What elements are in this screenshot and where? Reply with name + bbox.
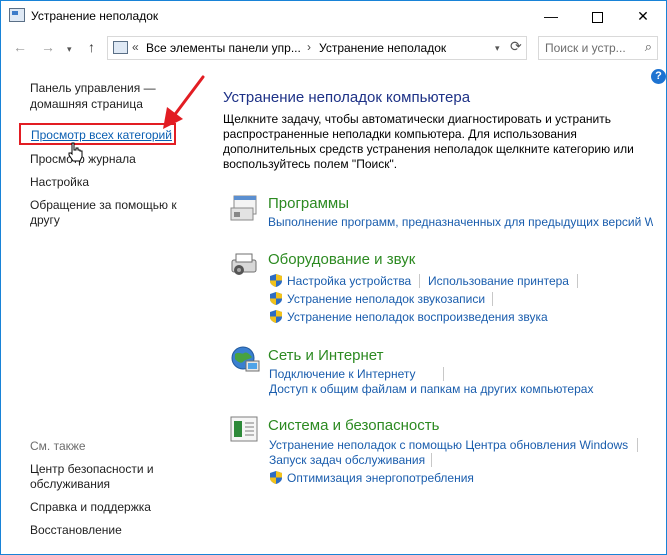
hardware-link-printer[interactable]: Использование принтера [428, 274, 569, 288]
maximize-icon [591, 11, 603, 23]
hardware-sound-icon [231, 253, 257, 275]
uac-shield-icon [270, 471, 282, 484]
breadcrumb-separator[interactable]: › [307, 40, 311, 54]
system-link-maintenance[interactable]: Запуск задач обслуживания [269, 453, 425, 467]
window-title: Устранение неполадок [31, 9, 159, 23]
category-system-title[interactable]: Система и безопасность [268, 417, 439, 434]
sidebar-settings[interactable]: Настройка [30, 175, 89, 189]
programs-icon [230, 195, 257, 221]
hardware-link-device-setup[interactable]: Настройка устройства [287, 274, 411, 288]
network-link-shared-folders[interactable]: Доступ к общим файлам и папкам на других… [269, 382, 593, 396]
link-divider [419, 274, 420, 288]
forward-button[interactable]: → [41, 39, 55, 55]
system-link-windows-update[interactable]: Устранение неполадок с помощью Центра об… [269, 438, 628, 452]
search-icon[interactable]: ⌕ [645, 39, 652, 55]
link-divider [443, 367, 444, 381]
sidebar-recovery[interactable]: Восстановление [30, 523, 122, 537]
sidebar-security-center-line1[interactable]: Центр безопасности и [30, 462, 154, 476]
red-arrow-icon [163, 75, 205, 129]
help-icon[interactable]: ? [651, 69, 666, 84]
see-also-label: См. также [30, 439, 86, 453]
search-box[interactable]: Поиск и устр... ⌕ [538, 36, 658, 60]
page-description: Щелкните задачу, чтобы автоматически диа… [223, 112, 634, 171]
page-heading: Устранение неполадок компьютера [223, 89, 471, 106]
sidebar-ask-help-line2[interactable]: другу [30, 213, 60, 227]
network-link-connect[interactable]: Подключение к Интернету [269, 367, 416, 381]
breadcrumb-troubleshooting[interactable]: Устранение неполадок [319, 41, 446, 55]
uac-shield-icon [270, 310, 282, 323]
sidebar-support[interactable]: Справка и поддержка [30, 500, 151, 514]
control-panel-icon [9, 8, 25, 22]
refresh-icon[interactable]: ⟳ [510, 38, 522, 55]
link-divider [431, 453, 432, 467]
category-programs-title[interactable]: Программы [268, 195, 349, 212]
sidebar-security-center-line2[interactable]: обслуживания [30, 477, 110, 491]
title-bar: Устранение неполадок — ✕ [1, 1, 666, 31]
address-overflow-chevron[interactable]: « [132, 40, 139, 54]
address-bar[interactable]: « Все элементы панели упр... › Устранени… [107, 36, 527, 60]
programs-link-compat[interactable]: Выполнение программ, предназначенных для… [268, 215, 653, 229]
control-panel-icon [113, 41, 128, 54]
system-security-icon [230, 416, 258, 442]
link-divider [492, 292, 493, 306]
close-button[interactable]: ✕ [620, 1, 666, 31]
hand-cursor-icon [68, 142, 83, 162]
link-divider [637, 438, 638, 452]
system-link-power[interactable]: Оптимизация энергопотребления [287, 471, 474, 485]
uac-shield-icon [270, 274, 282, 287]
minimize-button[interactable]: — [528, 1, 574, 31]
sidebar-home-line2[interactable]: домашняя страница [30, 97, 143, 111]
uac-shield-icon [270, 292, 282, 305]
search-placeholder: Поиск и устр... [545, 41, 626, 55]
up-button[interactable]: ↑ [88, 39, 95, 55]
sidebar-home-line1[interactable]: Панель управления — [30, 81, 156, 95]
sidebar-all-categories[interactable]: Просмотр всех категорий [31, 128, 172, 142]
category-hardware-title[interactable]: Оборудование и звук [268, 251, 415, 268]
network-internet-icon [231, 346, 260, 372]
sidebar-ask-help-line1[interactable]: Обращение за помощью к [30, 198, 177, 212]
maximize-button[interactable] [574, 1, 620, 31]
breadcrumb-all-items[interactable]: Все элементы панели упр... [146, 41, 301, 55]
hardware-link-playback[interactable]: Устранение неполадок воспроизведения зву… [287, 310, 548, 324]
link-divider [577, 274, 578, 288]
back-button[interactable]: ← [13, 39, 27, 55]
address-dropdown-icon[interactable]: ▾ [495, 43, 500, 54]
hardware-link-recording[interactable]: Устранение неполадок звукозаписи [287, 292, 485, 306]
recent-locations-chevron-icon[interactable]: ▾ [67, 44, 72, 55]
troubleshooting-window: Устранение неполадок — ✕ ← → ▾ ↑ « Все э… [0, 0, 667, 555]
category-network-title[interactable]: Сеть и Интернет [268, 347, 384, 364]
navigation-bar: ← → ▾ ↑ « Все элементы панели упр... › У… [1, 31, 666, 65]
